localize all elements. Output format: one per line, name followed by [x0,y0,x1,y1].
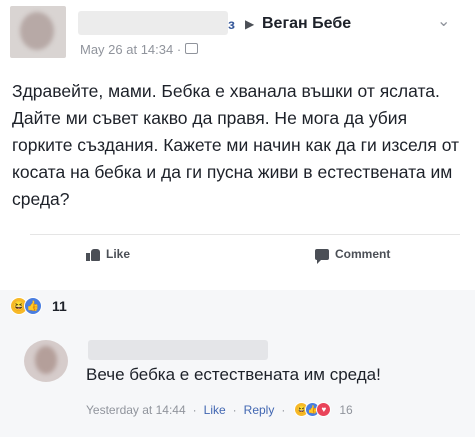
comment-bubble-icon [315,248,329,264]
comment-reply-link[interactable]: Reply [244,403,275,417]
post-timestamp[interactable]: May 26 at 14:34 · [80,42,181,57]
action-divider [30,234,460,235]
comment-meta: Yesterday at 14:44 · Like · Reply · 😆 👍 … [86,402,353,417]
group-name-link[interactable]: Веган Бебе [262,15,351,33]
separator-dot: · [281,402,286,417]
like-label: Like [106,247,131,261]
comment-reaction-count: 16 [339,402,353,417]
post-body-text: Здравейте, мами. Бебка е хванала въшки о… [12,81,460,209]
separator-dot: · [232,402,237,417]
like-reaction-icon: 👍 [24,297,42,315]
reaction-count: 11 [52,298,67,314]
chevron-down-icon[interactable]: ⌄ [437,11,450,31]
author-name-redacted [78,11,228,35]
comment-button[interactable]: Comment [315,244,390,264]
author-name-tail[interactable]: з [228,16,235,32]
post-card: з ▶ Веган Бебе ⌄ May 26 at 14:34 · Здрав… [0,0,475,290]
thumbs-up-icon [86,247,100,261]
comment-text: Вече бебка е естествената им среда! [86,365,381,384]
separator-dot: · [192,402,197,417]
love-icon: ♥ [316,402,332,417]
privacy-icon [185,43,198,54]
comment-time[interactable]: Yesterday at 14:44 [86,403,186,417]
comment-label: Comment [335,247,391,261]
author-avatar[interactable] [10,6,66,58]
comment-reactions[interactable]: 😆 👍 ♥ 16 [294,402,353,417]
commenter-avatar[interactable] [24,340,68,382]
arrow-right-icon: ▶ [245,17,255,31]
like-button[interactable]: Like [86,244,130,264]
commenter-name-redacted [88,340,268,360]
comment-like-link[interactable]: Like [204,403,226,417]
post-reactions[interactable]: 😆 👍 11 [10,297,67,315]
